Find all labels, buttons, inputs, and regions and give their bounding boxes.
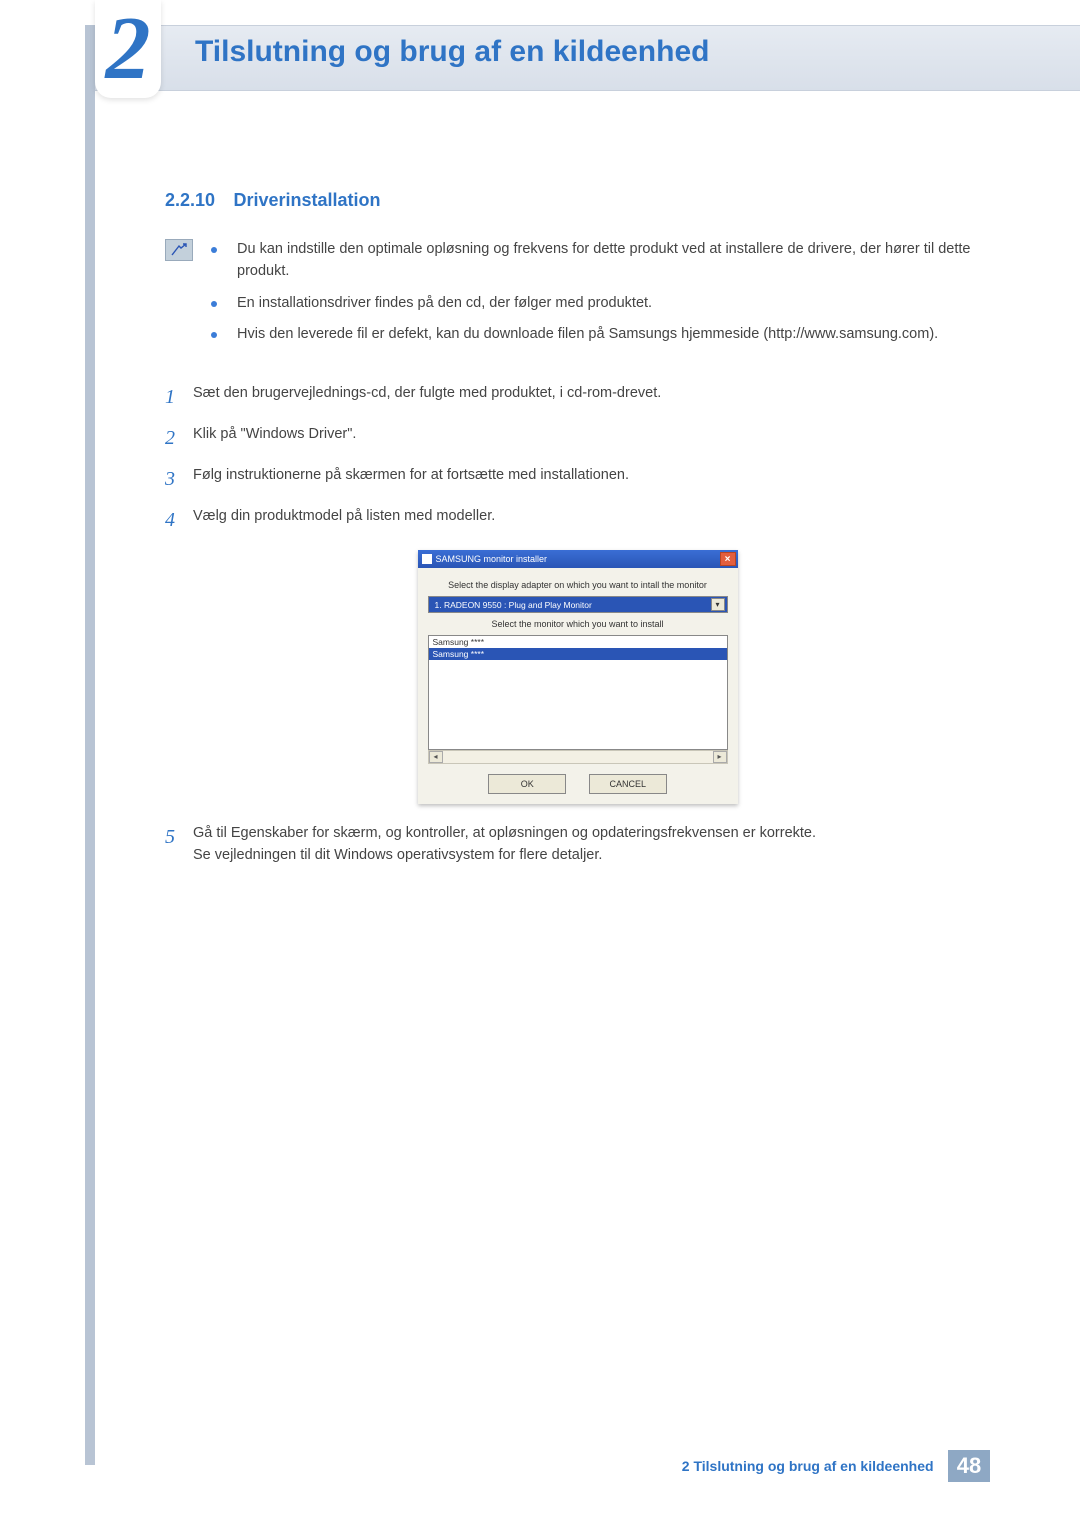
- note-block: Du kan indstille den optimale opløsning …: [165, 239, 990, 356]
- page-content: 2.2.10 Driverinstallation Du kan indstil…: [165, 190, 990, 877]
- chapter-number: 2: [95, 0, 161, 98]
- chapter-title: Tilslutning og brug af en kildeenhed: [195, 35, 709, 69]
- bullet-icon: [211, 332, 217, 338]
- note-icon: [165, 239, 193, 261]
- note-list: Du kan indstille den optimale opløsning …: [211, 239, 990, 356]
- cancel-button[interactable]: CANCEL: [589, 774, 667, 794]
- step-5: 5 Gå til Egenskaber for skærm, og kontro…: [165, 822, 990, 867]
- ok-button[interactable]: OK: [488, 774, 566, 794]
- scroll-left-icon[interactable]: ◂: [429, 751, 443, 763]
- chevron-down-icon[interactable]: ▾: [711, 598, 725, 611]
- step-number: 3: [165, 464, 193, 495]
- close-icon[interactable]: ×: [720, 552, 736, 566]
- dialog-body: Select the display adapter on which you …: [418, 568, 738, 804]
- step-number: 1: [165, 382, 193, 413]
- section-number: 2.2.10: [165, 190, 215, 210]
- adapter-select[interactable]: 1. RADEON 9550 : Plug and Play Monitor ▾: [428, 596, 728, 613]
- scroll-track[interactable]: [443, 751, 713, 763]
- list-item[interactable]: Samsung ****: [429, 636, 727, 648]
- list-item[interactable]: Samsung ****: [429, 648, 727, 660]
- steps-list: 1 Sæt den brugervejlednings-cd, der fulg…: [165, 382, 990, 867]
- bullet-icon: [211, 301, 217, 307]
- step-text-line: Gå til Egenskaber for skærm, og kontroll…: [193, 825, 816, 841]
- step-2: 2 Klik på "Windows Driver".: [165, 423, 990, 454]
- step-number: 4: [165, 505, 193, 536]
- bullet-icon: [211, 247, 217, 253]
- note-item: En installationsdriver findes på den cd,…: [211, 293, 990, 315]
- step-3: 3 Følg instruktionerne på skærmen for at…: [165, 464, 990, 495]
- dialog-titlebar: SAMSUNG monitor installer ×: [418, 550, 738, 568]
- step-number: 5: [165, 822, 193, 867]
- left-stripe: [85, 25, 95, 1465]
- horizontal-scrollbar[interactable]: ◂ ▸: [428, 750, 728, 764]
- installer-dialog: SAMSUNG monitor installer × Select the d…: [418, 550, 738, 804]
- dialog-buttons: OK CANCEL: [428, 774, 728, 794]
- step-number: 2: [165, 423, 193, 454]
- step-text: Sæt den brugervejlednings-cd, der fulgte…: [193, 382, 990, 413]
- step-1: 1 Sæt den brugervejlednings-cd, der fulg…: [165, 382, 990, 413]
- section-title: Driverinstallation: [234, 190, 381, 210]
- adapter-label: Select the display adapter on which you …: [428, 580, 728, 590]
- page-number: 48: [948, 1450, 990, 1482]
- note-text: En installationsdriver findes på den cd,…: [237, 293, 652, 315]
- note-item: Hvis den leverede fil er defekt, kan du …: [211, 324, 990, 346]
- step-text: Følg instruktionerne på skærmen for at f…: [193, 464, 990, 495]
- note-item: Du kan indstille den optimale opløsning …: [211, 239, 990, 283]
- section-header: 2.2.10 Driverinstallation: [165, 190, 990, 211]
- step-text-line: Se vejledningen til dit Windows operativ…: [193, 847, 602, 863]
- app-icon: [422, 554, 432, 564]
- step-text: Gå til Egenskaber for skærm, og kontroll…: [193, 822, 990, 867]
- dialog-title: SAMSUNG monitor installer: [436, 554, 720, 564]
- chapter-badge: 2: [95, 0, 161, 98]
- step-text: Vælg din produktmodel på listen med mode…: [193, 505, 990, 536]
- installer-dialog-figure: SAMSUNG monitor installer × Select the d…: [418, 550, 738, 804]
- step-4: 4 Vælg din produktmodel på listen med mo…: [165, 505, 990, 536]
- note-text: Hvis den leverede fil er defekt, kan du …: [237, 324, 938, 346]
- step-text: Klik på "Windows Driver".: [193, 423, 990, 454]
- monitor-listbox[interactable]: Samsung **** Samsung ****: [428, 635, 728, 750]
- adapter-value: 1. RADEON 9550 : Plug and Play Monitor: [435, 600, 711, 610]
- monitor-label: Select the monitor which you want to ins…: [428, 619, 728, 629]
- scroll-right-icon[interactable]: ▸: [713, 751, 727, 763]
- page-footer: 2 Tilslutning og brug af en kildeenhed 4…: [0, 1450, 1080, 1482]
- note-text: Du kan indstille den optimale opløsning …: [237, 239, 990, 283]
- footer-text: 2 Tilslutning og brug af en kildeenhed: [682, 1458, 934, 1474]
